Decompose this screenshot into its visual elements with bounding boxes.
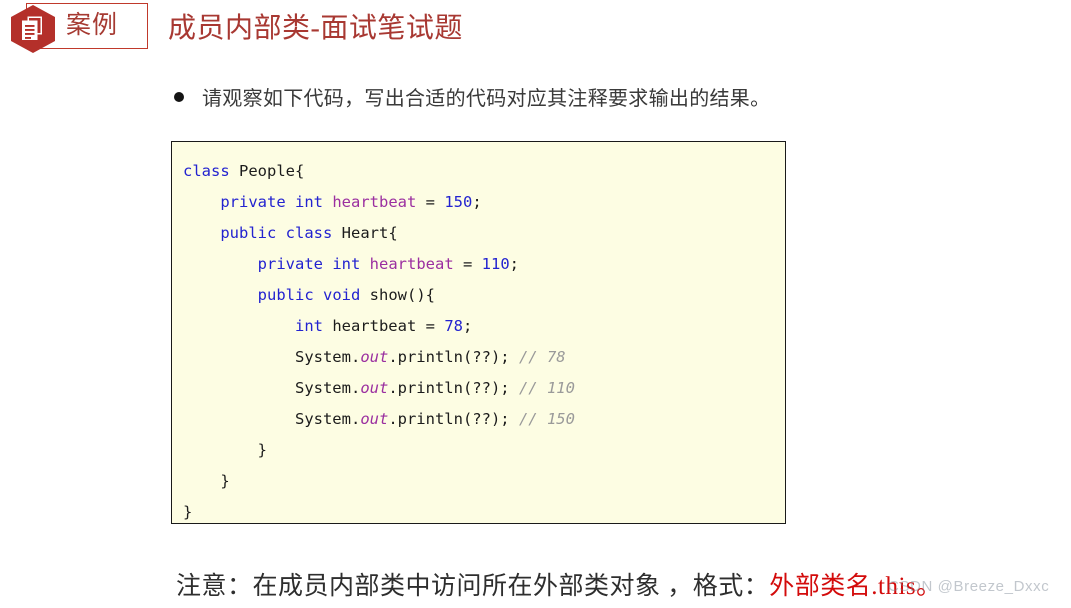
code-token: public: [257, 286, 314, 304]
code-token: // 78: [518, 348, 566, 366]
code-token: ;: [462, 317, 473, 335]
code-token: =: [416, 193, 445, 211]
code-line: System.out.println(??); // 110: [183, 373, 785, 404]
footer-note: 注意：在成员内部类中访问所在外部类对象 ，格式：外部类名.this。: [176, 566, 942, 602]
code-token: System.: [183, 410, 361, 428]
code-line: public class Heart{: [183, 218, 785, 249]
code-token: out: [360, 410, 389, 428]
code-token: ;: [509, 255, 520, 273]
code-token: heartbeat: [332, 193, 417, 211]
code-line: public void show(){: [183, 280, 785, 311]
code-line: int heartbeat = 78;: [183, 311, 785, 342]
code-line: }: [183, 435, 785, 466]
code-line: }: [183, 466, 785, 497]
code-token: }: [183, 503, 193, 521]
case-badge: 案例: [4, 3, 148, 53]
instruction-text: 请观察如下代码，写出合适的代码对应其注释要求输出的结果。: [202, 88, 771, 110]
code-token: out: [360, 348, 389, 366]
footer-note-highlight: 外部类名.this。: [769, 573, 942, 600]
code-token: void: [323, 286, 361, 304]
code-token: People{: [229, 162, 305, 180]
code-token: private: [257, 255, 323, 273]
page-header: 案例 成员内部类-面试笔试题: [0, 0, 1071, 58]
code-token: int: [332, 255, 361, 273]
code-token: .println(??);: [388, 410, 519, 428]
code-token: heartbeat: [369, 255, 454, 273]
code-line: System.out.println(??); // 78: [183, 342, 785, 373]
code-token: }: [183, 472, 230, 490]
code-line: System.out.println(??); // 150: [183, 404, 785, 435]
code-token: .println(??);: [388, 379, 519, 397]
code-token: System.: [183, 348, 361, 366]
code-token: // 110: [518, 379, 575, 397]
code-line: class People{: [183, 156, 785, 187]
code-token: public: [220, 224, 277, 242]
code-line: private int heartbeat = 150;: [183, 187, 785, 218]
code-token: Heart{: [332, 224, 398, 242]
code-token: int: [295, 193, 323, 211]
code-token: show(){: [360, 286, 435, 304]
code-token: .println(??);: [388, 348, 519, 366]
code-token: class: [183, 162, 230, 180]
code-token: int: [294, 317, 323, 335]
code-snippet-block: class People{ private int heartbeat = 15…: [171, 141, 786, 524]
code-token: // 150: [518, 410, 575, 428]
case-badge-label: 案例: [66, 12, 119, 39]
code-token: =: [453, 255, 482, 273]
code-token: System.: [183, 379, 361, 397]
code-line: private int heartbeat = 110;: [183, 249, 785, 280]
bullet-dot-icon: [174, 91, 184, 102]
code-token: ;: [472, 193, 482, 211]
footer-note-prefix: 注意：在成员内部类中访问所在外部类对象 ，格式：: [176, 573, 770, 600]
code-line: }: [183, 497, 785, 523]
code-token: 78: [444, 317, 463, 335]
page-title: 成员内部类-面试笔试题: [168, 13, 463, 44]
code-token: 150: [444, 193, 473, 211]
code-token: 110: [481, 255, 510, 273]
code-token: out: [360, 379, 389, 397]
code-token: heartbeat =: [322, 317, 445, 335]
code-token: }: [183, 441, 267, 459]
document-stack-hexagon-icon: [11, 5, 55, 53]
instruction-bullet-row: 请观察如下代码，写出合适的代码对应其注释要求输出的结果。: [174, 82, 770, 111]
code-token: private: [220, 193, 286, 211]
code-token: class: [285, 224, 333, 242]
